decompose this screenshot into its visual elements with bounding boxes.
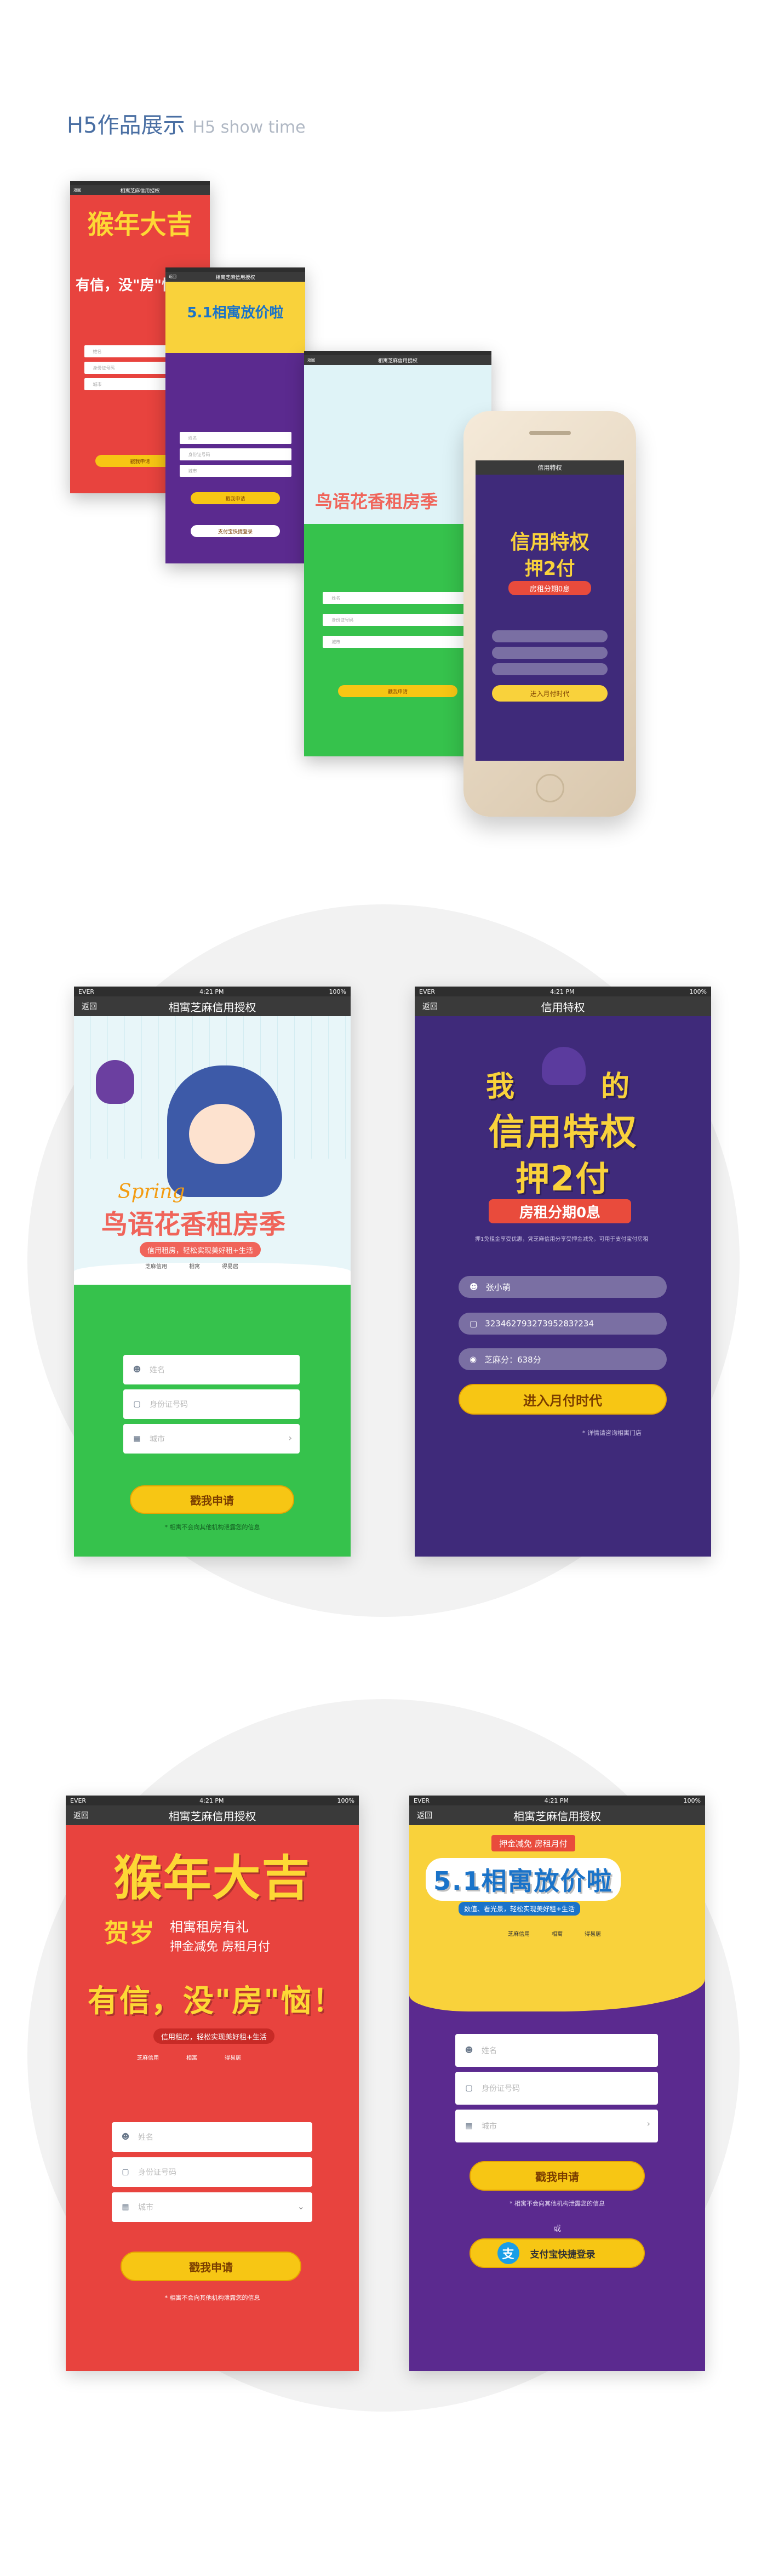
credit-promo: 押1免租金享受优惠，凭芝麻信用分享受押金减免，可用于支付宝付房租: [475, 1236, 649, 1243]
credit-line2: 信用特权: [488, 1111, 638, 1153]
may-headline: 5.1相寓放价啦: [426, 1858, 621, 1901]
monkey-sub2: 押金减免 房租月付: [170, 1940, 270, 1954]
nav-title: 信用特权: [541, 1000, 585, 1014]
monkey-sub1: 相寓租房有礼: [170, 1919, 249, 1935]
idcard-icon: ▢: [122, 2168, 129, 2176]
monkey-tagline: 信用租房，轻松实现美好租+生活: [153, 2028, 274, 2044]
or-divider: 或: [553, 2225, 561, 2233]
mockup-may-small: 返回 相寓芝麻信用授权 5.1相寓放价啦 姓名 身份证号码 城市 戳我申请 支付宝…: [165, 267, 305, 563]
idcard-icon: ▢: [465, 2084, 473, 2093]
brand-deyiju: 得易居: [222, 1264, 238, 1270]
monkey-he-sui: 贺岁: [104, 1918, 154, 1948]
monkey-icon-zhima: 芝麻信用: [137, 2055, 159, 2061]
apply-button[interactable]: 戳我申请: [470, 2161, 645, 2191]
monthly-pay-button[interactable]: 进入月付时代: [459, 1384, 667, 1415]
idcard-icon: ▢: [470, 1319, 478, 1329]
city-select[interactable]: ▦ 城市 ⌄: [112, 2192, 312, 2222]
page-title-cn: H5作品展示: [67, 113, 185, 138]
disclaimer: * 相寓不会向其他机构泄露您的信息: [164, 1524, 260, 1531]
name-field[interactable]: ☻ 姓名: [123, 1355, 300, 1384]
user-icon: ☻: [470, 1282, 478, 1292]
nav-title: 相寓芝麻信用授权: [513, 1809, 601, 1823]
may-sub: 数值、看光景，轻松实现美好租+生活: [459, 1902, 581, 1916]
zhima-icon: ◉: [470, 1354, 477, 1364]
name-field[interactable]: ☻ 姓名: [455, 2034, 658, 2067]
alipay-button[interactable]: 支 支付宝快捷登录: [470, 2238, 645, 2268]
apply-button[interactable]: 戳我申请: [130, 1485, 294, 1514]
score-pill: ◉ 芝麻分：638分: [459, 1348, 667, 1370]
status-bar: EVER 4:21 PM 100%: [409, 1796, 705, 1805]
apply-button[interactable]: 戳我申请: [121, 2252, 301, 2281]
city-select[interactable]: ▦ 城市 ›: [123, 1424, 300, 1454]
star-deyiju: 得易居: [585, 1931, 601, 1937]
name-field[interactable]: ☻ 姓名: [112, 2122, 312, 2152]
spring-illustration: Spring 鸟语花香租房季 信用租房，轻松实现美好租+生活 芝麻信用 相寓 得…: [74, 1016, 351, 1285]
monkey-slogan: 有信，没"房"恼！: [88, 1984, 345, 2019]
screen-mayday: EVER 4:21 PM 100% 返回 相寓芝麻信用授权 押金减免 房租月付 5.…: [409, 1796, 705, 2371]
building-icon: ▦: [133, 1434, 141, 1443]
screen-spring: EVER 4:21 PM 100% 返回 相寓芝麻信用授权 Spring 鸟语花香租…: [74, 987, 351, 1557]
status-bar: EVER 4:21 PM 100%: [415, 987, 711, 996]
monkey-icon-xiangyu: 相寓: [186, 2055, 197, 2061]
credit-badge: 房租分期0息: [489, 1199, 631, 1223]
iphone-mockup: 信用特权 信用特权 押2付 房租分期0息 进入月付时代: [463, 411, 636, 817]
page-title-en: H5 show time: [192, 118, 306, 137]
owl-icon: [96, 1060, 134, 1104]
disclaimer: * 相寓不会向其他机构泄露您的信息: [510, 2200, 605, 2207]
user-id-pill: ▢ 32346279327395283?234: [459, 1313, 667, 1335]
chevron-right-icon: ›: [646, 2118, 650, 2129]
building-icon: ▦: [465, 2122, 473, 2130]
monkey-headline: 猴年大吉: [113, 1850, 311, 1906]
disclaimer: * 相寓不会向其他机构泄露您的信息: [164, 2294, 260, 2301]
screen-credit: EVER 4:21 PM 100% 返回 信用特权 我 的 信用特权 押2付 房租分…: [415, 987, 711, 1557]
owl-icon: [542, 1047, 586, 1085]
spring-en-title: Spring: [118, 1181, 185, 1203]
idcard-icon: ▢: [133, 1400, 141, 1409]
monkey-icon-deyiju: 得易居: [225, 2055, 241, 2061]
nav-bar: 返回 相寓芝麻信用授权: [409, 1805, 705, 1825]
credit-line1-b: 的: [601, 1070, 631, 1103]
id-field[interactable]: ▢ 身份证号码: [455, 2072, 658, 2105]
alipay-icon: 支: [497, 2242, 519, 2264]
city-select[interactable]: ▦ 城市 ›: [455, 2110, 658, 2142]
chevron-right-icon: ›: [288, 1433, 292, 1443]
chevron-down-icon: ⌄: [297, 2201, 305, 2212]
may-banner: 押金减免 房租月付 5.1相寓放价啦 数值、看光景，轻松实现美好租+生活 芝麻信…: [409, 1825, 705, 2011]
star-xiangyu: 相寓: [552, 1931, 563, 1937]
star-zhima: 芝麻信用: [508, 1931, 530, 1937]
brand-xiangyu: 相寓: [189, 1264, 200, 1270]
spring-cn-title: 鸟语花香租房季: [101, 1209, 286, 1240]
screen-monkey: EVER 4:21 PM 100% 返回 相寓芝麻信用授权 猴年大吉 贺岁 相寓租房…: [66, 1796, 359, 2371]
nav-bar: 返回 相寓芝麻信用授权: [66, 1805, 359, 1825]
mini-monkey-headline: 猴年大吉: [87, 209, 193, 240]
may-banner-top: 押金减免 房租月付: [491, 1835, 575, 1851]
credit-footnote: * 详情请咨询相寓门店: [582, 1429, 642, 1437]
credit-line3: 押2付: [515, 1159, 611, 1199]
back-button[interactable]: 返回: [409, 1810, 453, 1821]
user-icon: ☻: [133, 1365, 141, 1374]
credit-line1-a: 我: [486, 1070, 516, 1103]
back-button[interactable]: 返回: [415, 1001, 459, 1012]
status-bar: EVER 4:21 PM 100%: [66, 1796, 359, 1805]
back-button[interactable]: 返回: [66, 1810, 110, 1821]
nav-bar: 返回 相寓芝麻信用授权: [74, 996, 351, 1016]
nav-bar: 返回 信用特权: [415, 996, 711, 1016]
user-name-pill: ☻ 张小萌: [459, 1276, 667, 1298]
spring-tagline: 信用租房，轻松实现美好租+生活: [140, 1242, 261, 1257]
id-field[interactable]: ▢ 身份证号码: [112, 2157, 312, 2187]
user-icon: ☻: [465, 2046, 473, 2055]
id-field[interactable]: ▢ 身份证号码: [123, 1389, 300, 1419]
status-bar: EVER 4:21 PM 100%: [74, 987, 351, 996]
page-title: H5作品展示 H5 show time: [67, 107, 306, 139]
back-button[interactable]: 返回: [74, 1001, 118, 1012]
brand-zhima: 芝麻信用: [145, 1264, 167, 1270]
user-icon: ☻: [121, 2133, 130, 2141]
nav-title: 相寓芝麻信用授权: [168, 1809, 256, 1823]
building-icon: ▦: [122, 2203, 129, 2212]
